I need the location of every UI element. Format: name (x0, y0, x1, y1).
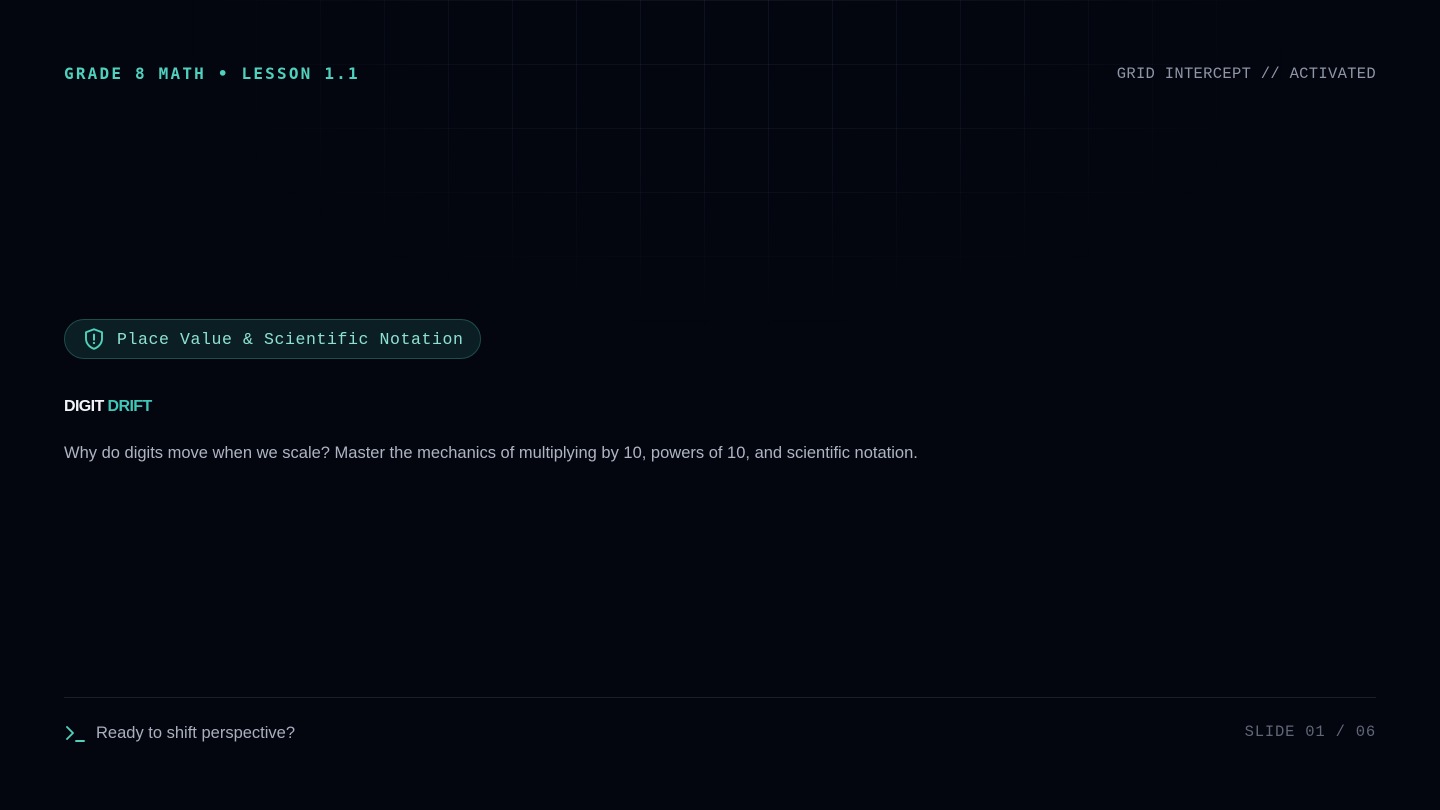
grid-background (0, 0, 1440, 330)
slide-subtitle: Why do digits move when we scale? Master… (64, 444, 918, 462)
topic-label: Place Value & Scientific Notation (117, 329, 464, 349)
footer-divider (64, 697, 1376, 698)
footer-prompt: Ready to shift perspective? (64, 722, 295, 744)
lesson-label: GRADE 8 MATH • LESSON 1.1 (64, 64, 360, 83)
slide-counter: SLIDE 01 / 06 (1244, 723, 1376, 741)
title-word-drift: DRIFT (107, 398, 153, 415)
slide: GRADE 8 MATH • LESSON 1.1 GRID INTERCEPT… (0, 0, 1440, 810)
status-label: GRID INTERCEPT // ACTIVATED (1116, 65, 1376, 83)
terminal-prompt-icon (64, 722, 86, 744)
prompt-text: Ready to shift perspective? (96, 723, 296, 742)
shield-alert-icon (83, 327, 105, 351)
slide-title: DIGIT DRIFT (64, 398, 152, 416)
topic-pill: Place Value & Scientific Notation (64, 319, 481, 359)
title-word-digit: DIGIT (64, 398, 104, 415)
